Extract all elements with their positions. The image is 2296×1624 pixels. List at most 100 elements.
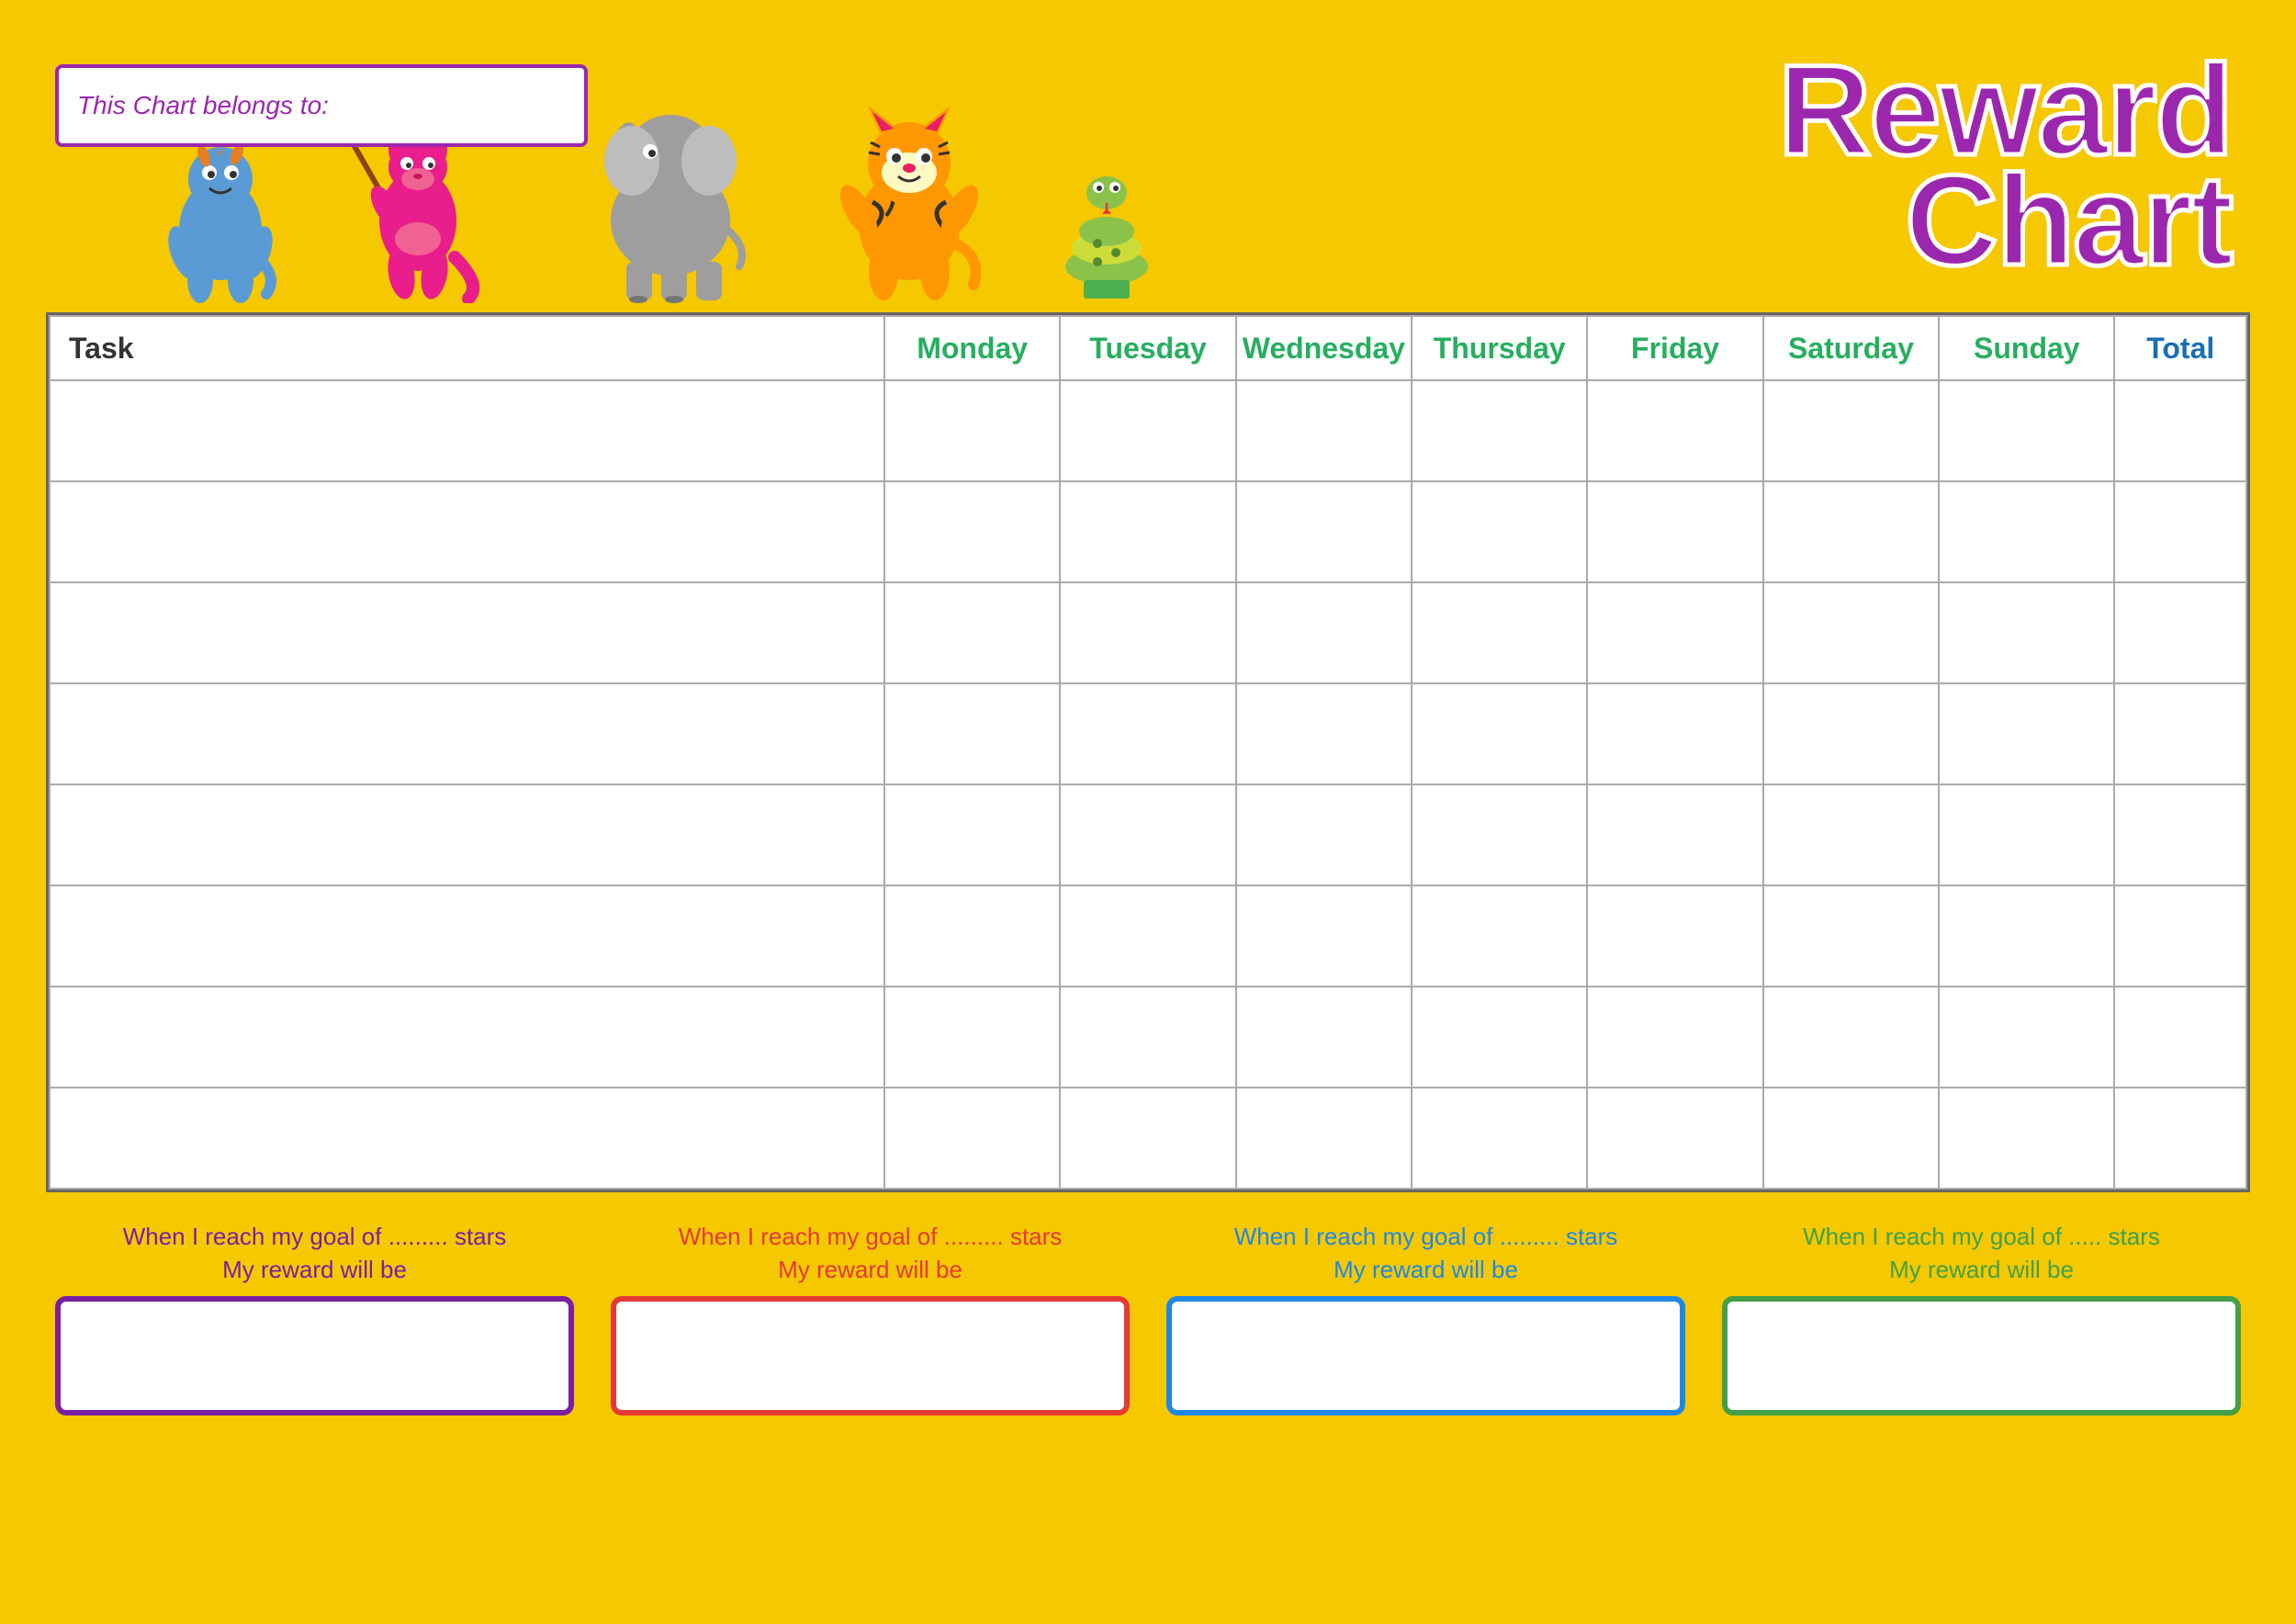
task-cell-4[interactable] (50, 683, 884, 784)
monday-cell-6[interactable] (884, 885, 1060, 987)
tuesday-cell-8[interactable] (1060, 1088, 1235, 1189)
thursday-cell-8[interactable] (1412, 1088, 1587, 1189)
table-row (50, 1088, 2246, 1189)
saturday-cell-1[interactable] (1763, 380, 1939, 481)
friday-cell-7[interactable] (1587, 987, 1762, 1088)
wednesday-cell-7[interactable] (1236, 987, 1412, 1088)
total-cell-2[interactable] (2114, 481, 2246, 582)
thursday-cell-4[interactable] (1412, 683, 1587, 784)
total-cell-4[interactable] (2114, 683, 2246, 784)
task-cell-1[interactable] (50, 380, 884, 481)
task-cell-8[interactable] (50, 1088, 884, 1189)
sunday-cell-4[interactable] (1939, 683, 2114, 784)
reward-label-4: My reward will be (1889, 1256, 2074, 1283)
reward-text-green: When I reach my goal of ..... stars My r… (1803, 1220, 2160, 1287)
wednesday-cell-8[interactable] (1236, 1088, 1412, 1189)
friday-cell-8[interactable] (1587, 1088, 1762, 1189)
saturday-cell-8[interactable] (1763, 1088, 1939, 1189)
thursday-cell-3[interactable] (1412, 582, 1587, 683)
friday-cell-3[interactable] (1587, 582, 1762, 683)
sunday-cell-1[interactable] (1939, 380, 2114, 481)
monday-cell-5[interactable] (884, 784, 1060, 885)
sunday-cell-5[interactable] (1939, 784, 2114, 885)
tuesday-cell-7[interactable] (1060, 987, 1235, 1088)
total-cell-6[interactable] (2114, 885, 2246, 987)
tuesday-cell-2[interactable] (1060, 481, 1235, 582)
wednesday-cell-5[interactable] (1236, 784, 1412, 885)
reward-box-red[interactable] (611, 1296, 1130, 1415)
monday-cell-7[interactable] (884, 987, 1060, 1088)
monday-cell-4[interactable] (884, 683, 1060, 784)
tuesday-cell-5[interactable] (1060, 784, 1235, 885)
thursday-cell-5[interactable] (1412, 784, 1587, 885)
total-cell-5[interactable] (2114, 784, 2246, 885)
task-cell-7[interactable] (50, 987, 884, 1088)
wednesday-cell-2[interactable] (1236, 481, 1412, 582)
monday-column-header: Monday (884, 316, 1060, 380)
friday-cell-6[interactable] (1587, 885, 1762, 987)
saturday-cell-7[interactable] (1763, 987, 1939, 1088)
reward-text-purple: When I reach my goal of ......... stars … (123, 1220, 507, 1287)
saturday-cell-5[interactable] (1763, 784, 1939, 885)
total-cell-7[interactable] (2114, 987, 2246, 1088)
sunday-cell-3[interactable] (1939, 582, 2114, 683)
snake-icon (1047, 138, 1166, 303)
belongs-to-box[interactable]: This Chart belongs to: (55, 64, 588, 147)
saturday-cell-6[interactable] (1763, 885, 1939, 987)
wednesday-cell-6[interactable] (1236, 885, 1412, 987)
friday-cell-1[interactable] (1587, 380, 1762, 481)
sunday-column-header: Sunday (1939, 316, 2114, 380)
total-cell-1[interactable] (2114, 380, 2246, 481)
reward-table: Task Monday Tuesday Wednesday Thursday F… (49, 315, 2247, 1190)
tuesday-cell-6[interactable] (1060, 885, 1235, 987)
sunday-cell-6[interactable] (1939, 885, 2114, 987)
monday-cell-3[interactable] (884, 582, 1060, 683)
task-cell-3[interactable] (50, 582, 884, 683)
sunday-cell-2[interactable] (1939, 481, 2114, 582)
thursday-cell-2[interactable] (1412, 481, 1587, 582)
friday-column-header: Friday (1587, 316, 1762, 380)
friday-cell-2[interactable] (1587, 481, 1762, 582)
tuesday-cell-1[interactable] (1060, 380, 1235, 481)
tuesday-cell-4[interactable] (1060, 683, 1235, 784)
saturday-cell-2[interactable] (1763, 481, 1939, 582)
thursday-column-header: Thursday (1412, 316, 1587, 380)
thursday-cell-6[interactable] (1412, 885, 1587, 987)
reward-box-blue[interactable] (1166, 1296, 1685, 1415)
belongs-to-label: This Chart belongs to: (77, 91, 329, 120)
wednesday-cell-1[interactable] (1236, 380, 1412, 481)
reward-chart-title: Reward Chart (1778, 46, 2232, 285)
friday-cell-4[interactable] (1587, 683, 1762, 784)
footer: When I reach my goal of ......... stars … (46, 1220, 2250, 1415)
tuesday-cell-3[interactable] (1060, 582, 1235, 683)
reward-goal-text-3: When I reach my goal of ......... stars (1234, 1223, 1618, 1250)
task-cell-6[interactable] (50, 885, 884, 987)
monday-cell-2[interactable] (884, 481, 1060, 582)
task-cell-5[interactable] (50, 784, 884, 885)
reward-goal-text-1: When I reach my goal of ......... stars (123, 1223, 507, 1250)
wednesday-cell-4[interactable] (1236, 683, 1412, 784)
table-row (50, 380, 2246, 481)
friday-cell-5[interactable] (1587, 784, 1762, 885)
thursday-cell-7[interactable] (1412, 987, 1587, 1088)
sunday-cell-8[interactable] (1939, 1088, 2114, 1189)
reward-goal-text-2: When I reach my goal of ......... stars (679, 1223, 1063, 1250)
header: This Chart belongs to: (46, 37, 2250, 303)
total-column-header: Total (2114, 316, 2246, 380)
total-cell-8[interactable] (2114, 1088, 2246, 1189)
page: This Chart belongs to: (0, 0, 2296, 1624)
sunday-cell-7[interactable] (1939, 987, 2114, 1088)
tuesday-column-header: Tuesday (1060, 316, 1235, 380)
saturday-cell-3[interactable] (1763, 582, 1939, 683)
monday-cell-8[interactable] (884, 1088, 1060, 1189)
saturday-cell-4[interactable] (1763, 683, 1939, 784)
reward-box-purple[interactable] (55, 1296, 574, 1415)
total-cell-3[interactable] (2114, 582, 2246, 683)
reward-box-green[interactable] (1722, 1296, 2241, 1415)
wednesday-cell-3[interactable] (1236, 582, 1412, 683)
task-cell-2[interactable] (50, 481, 884, 582)
monday-cell-1[interactable] (884, 380, 1060, 481)
reward-label-2: My reward will be (778, 1256, 962, 1283)
thursday-cell-1[interactable] (1412, 380, 1587, 481)
table-row (50, 784, 2246, 885)
